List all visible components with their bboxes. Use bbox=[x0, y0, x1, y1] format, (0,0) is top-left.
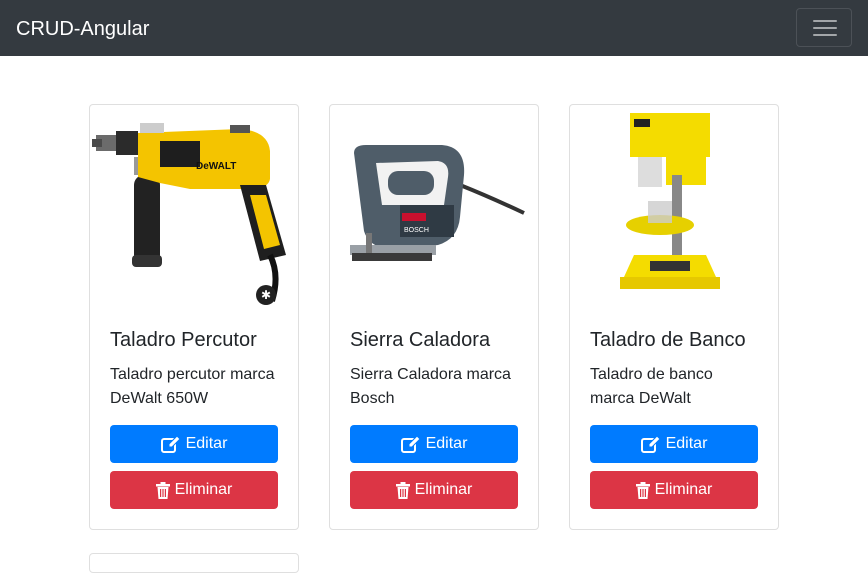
trash-icon bbox=[155, 481, 170, 499]
svg-text:DeWALT: DeWALT bbox=[196, 161, 236, 172]
bench-drill-press-image bbox=[620, 113, 720, 289]
delete-button[interactable]: Eliminar bbox=[590, 471, 758, 509]
edit-icon bbox=[640, 435, 661, 453]
dewalt-hammer-drill-image: DeWALT ✱ bbox=[92, 123, 286, 305]
product-card bbox=[89, 553, 299, 573]
edit-button[interactable]: Editar bbox=[590, 425, 758, 463]
navbar-brand[interactable]: CRUD-Angular bbox=[16, 17, 149, 41]
delete-button-label: Eliminar bbox=[414, 481, 473, 498]
edit-icon bbox=[160, 435, 181, 453]
product-description: Sierra Caladora marca Bosch bbox=[350, 366, 511, 407]
bosch-jigsaw-image: BOSCH bbox=[350, 145, 525, 261]
edit-button-label: Editar bbox=[665, 435, 708, 452]
svg-text:BOSCH: BOSCH bbox=[404, 227, 429, 234]
edit-button-label: Editar bbox=[425, 435, 468, 452]
product-card: Taladro de Banco Taladro de banco marca … bbox=[569, 104, 779, 530]
product-card: DeWALT ✱ Taladro Percutor Taladro percut… bbox=[89, 104, 299, 530]
product-description: Taladro de banco marca DeWalt bbox=[590, 366, 713, 407]
product-title: Taladro Percutor bbox=[110, 329, 257, 351]
edit-button[interactable]: Editar bbox=[110, 425, 278, 463]
product-card: BOSCH Sierra Caladora Sierra Caladora ma… bbox=[329, 104, 539, 530]
trash-icon bbox=[395, 481, 410, 499]
delete-button[interactable]: Eliminar bbox=[350, 471, 518, 509]
edit-button-label: Editar bbox=[185, 435, 228, 452]
trash-icon bbox=[635, 481, 650, 499]
svg-text:✱: ✱ bbox=[261, 288, 271, 302]
edit-icon bbox=[400, 435, 421, 453]
product-description: Taladro percutor marca DeWalt 650W bbox=[110, 366, 275, 407]
delete-button-label: Eliminar bbox=[654, 481, 713, 498]
delete-button[interactable]: Eliminar bbox=[110, 471, 278, 509]
product-title: Taladro de Banco bbox=[590, 329, 746, 351]
navbar: CRUD-Angular bbox=[0, 0, 868, 56]
delete-button-label: Eliminar bbox=[174, 481, 233, 498]
navbar-toggler-button[interactable] bbox=[796, 8, 852, 47]
product-title: Sierra Caladora bbox=[350, 329, 491, 351]
edit-button[interactable]: Editar bbox=[350, 425, 518, 463]
